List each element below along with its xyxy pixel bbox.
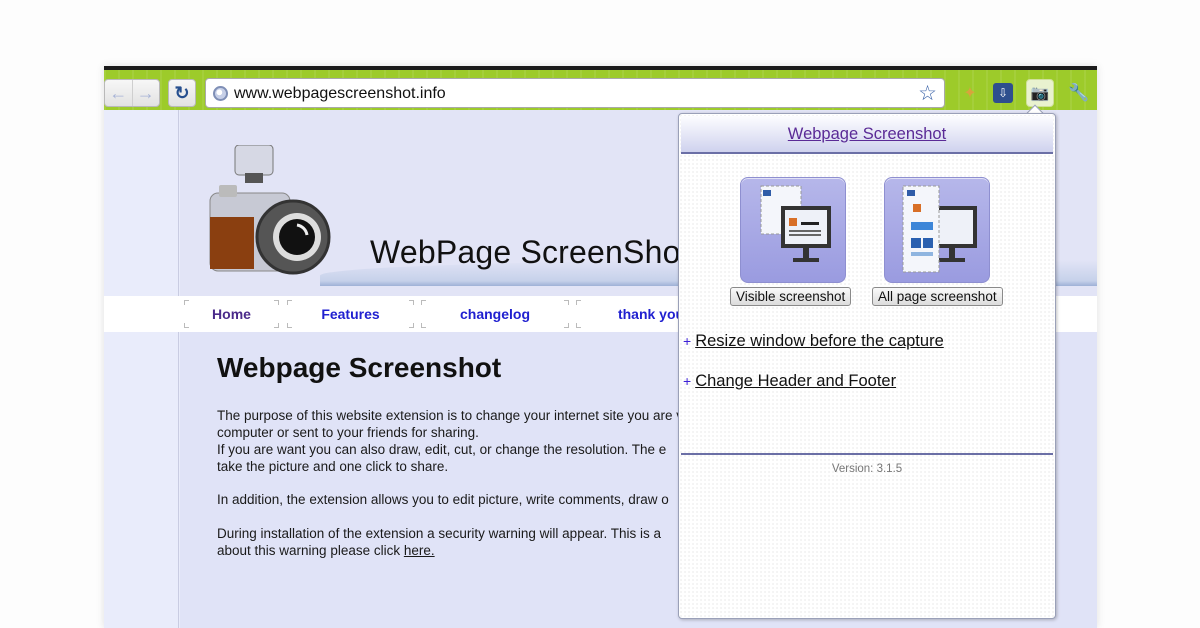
menu-item-changelog[interactable]: changelog bbox=[421, 296, 569, 332]
forward-button[interactable]: → bbox=[133, 80, 160, 106]
back-button[interactable]: ← bbox=[105, 80, 133, 106]
popup-title-link[interactable]: Webpage Screenshot bbox=[788, 125, 946, 144]
browser-toolbar: ← → ↻ www.webpagescreenshot.info ☆ ✦ ⇩ 📷… bbox=[104, 70, 1097, 110]
visible-screenshot-button[interactable]: Visible screenshot bbox=[730, 287, 852, 306]
download-extension-icon[interactable]: ⇩ bbox=[993, 83, 1013, 103]
here-link[interactable]: here. bbox=[404, 543, 435, 558]
header-footer-link[interactable]: Change Header and Footer bbox=[695, 372, 896, 390]
extension-popup: Webpage Screenshot Visible screenshot Al… bbox=[678, 113, 1056, 619]
menu-label: thank you bbox=[617, 306, 685, 322]
text-line: about this warning please click here. bbox=[217, 542, 661, 559]
warning-paragraph: During installation of the extension a s… bbox=[217, 525, 661, 559]
nav-buttons: ← → bbox=[104, 79, 160, 107]
browser-window: ← → ↻ www.webpagescreenshot.info ☆ ✦ ⇩ 📷… bbox=[104, 66, 1097, 628]
version-label: Version: 3.1.5 bbox=[831, 463, 903, 475]
camera-extension-icon[interactable]: 📷 bbox=[1026, 79, 1054, 107]
all-page-screenshot-icon bbox=[902, 185, 977, 273]
camera-logo-icon bbox=[209, 145, 331, 275]
reload-icon: ↻ bbox=[174, 82, 190, 103]
left-gutter bbox=[104, 110, 179, 628]
visible-screenshot-icon bbox=[760, 185, 831, 262]
plus-icon: + bbox=[683, 373, 692, 389]
plus-icon: + bbox=[683, 333, 692, 349]
header-footer-option[interactable]: + Change Header and Footer bbox=[683, 372, 896, 391]
text-line: take the picture and one click to share. bbox=[217, 459, 449, 474]
all-page-screenshot-tile[interactable] bbox=[884, 177, 990, 283]
menu-item-features[interactable]: Features bbox=[287, 296, 414, 332]
wrench-icon[interactable]: 🔧 bbox=[1066, 80, 1092, 106]
globe-icon bbox=[213, 86, 228, 101]
menu-label: Features bbox=[321, 306, 380, 322]
address-bar[interactable]: www.webpagescreenshot.info ☆ bbox=[205, 78, 945, 108]
text-line: During installation of the extension a s… bbox=[217, 526, 661, 541]
feather-extension-icon[interactable]: ✦ bbox=[957, 80, 983, 106]
text-span: about this warning please click bbox=[217, 543, 404, 558]
intro-paragraph: The purpose of this website extension is… bbox=[217, 407, 703, 475]
text-line: computer or sent to your friends for sha… bbox=[217, 425, 479, 440]
menu-label: Home bbox=[212, 306, 251, 322]
menu-item-home[interactable]: Home bbox=[184, 296, 279, 332]
site-title: WebPage ScreenShot bbox=[370, 234, 690, 270]
visible-screenshot-tile[interactable] bbox=[740, 177, 846, 283]
reload-button[interactable]: ↻ bbox=[168, 79, 196, 107]
features-paragraph: In addition, the extension allows you to… bbox=[217, 492, 669, 507]
page-heading: Webpage Screenshot bbox=[217, 352, 502, 383]
text-line: The purpose of this website extension is… bbox=[217, 408, 704, 423]
resize-window-link[interactable]: Resize window before the capture bbox=[695, 332, 944, 350]
text-line: If you are want you can also draw, edit,… bbox=[217, 442, 667, 457]
all-page-screenshot-button[interactable]: All page screenshot bbox=[872, 287, 1003, 306]
popup-header: Webpage Screenshot bbox=[681, 116, 1053, 154]
url-text[interactable]: www.webpagescreenshot.info bbox=[234, 85, 446, 103]
menu-label: changelog bbox=[459, 306, 530, 322]
popup-divider bbox=[681, 453, 1053, 455]
resize-window-option[interactable]: + Resize window before the capture bbox=[683, 332, 944, 351]
bookmark-star-icon[interactable]: ☆ bbox=[918, 81, 937, 106]
